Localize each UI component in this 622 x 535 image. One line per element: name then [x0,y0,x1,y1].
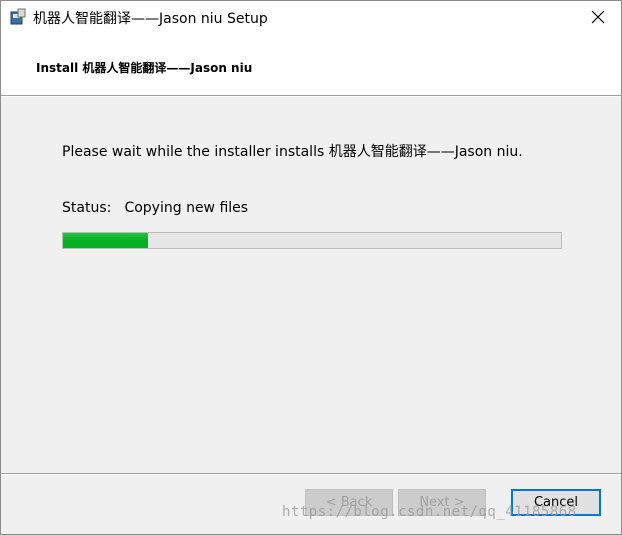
window-title: 机器人智能翻译——Jason niu Setup [33,11,268,27]
header-divider [1,95,621,97]
installer-window: 机器人智能翻译——Jason niu Setup Install 机器人智能翻译… [0,0,622,535]
close-icon [591,10,605,24]
close-button[interactable] [575,1,621,33]
footer-divider [1,473,621,475]
progress-fill [63,233,148,248]
installer-app-icon [9,8,27,26]
watermark-text: https://blog.csdn.net/qq_41185868 [282,504,577,520]
status-value: Copying new files [124,200,249,216]
banner-title: Install 机器人智能翻译——Jason niu [36,61,253,75]
header-banner: Install 机器人智能翻译——Jason niu [1,33,621,95]
wait-message: Please wait while the installer installs… [62,144,523,160]
status-line: Status: Copying new files [62,200,248,216]
status-label: Status: [62,200,112,216]
title-bar[interactable]: 机器人智能翻译——Jason niu Setup [1,1,621,33]
progress-bar [62,232,562,249]
